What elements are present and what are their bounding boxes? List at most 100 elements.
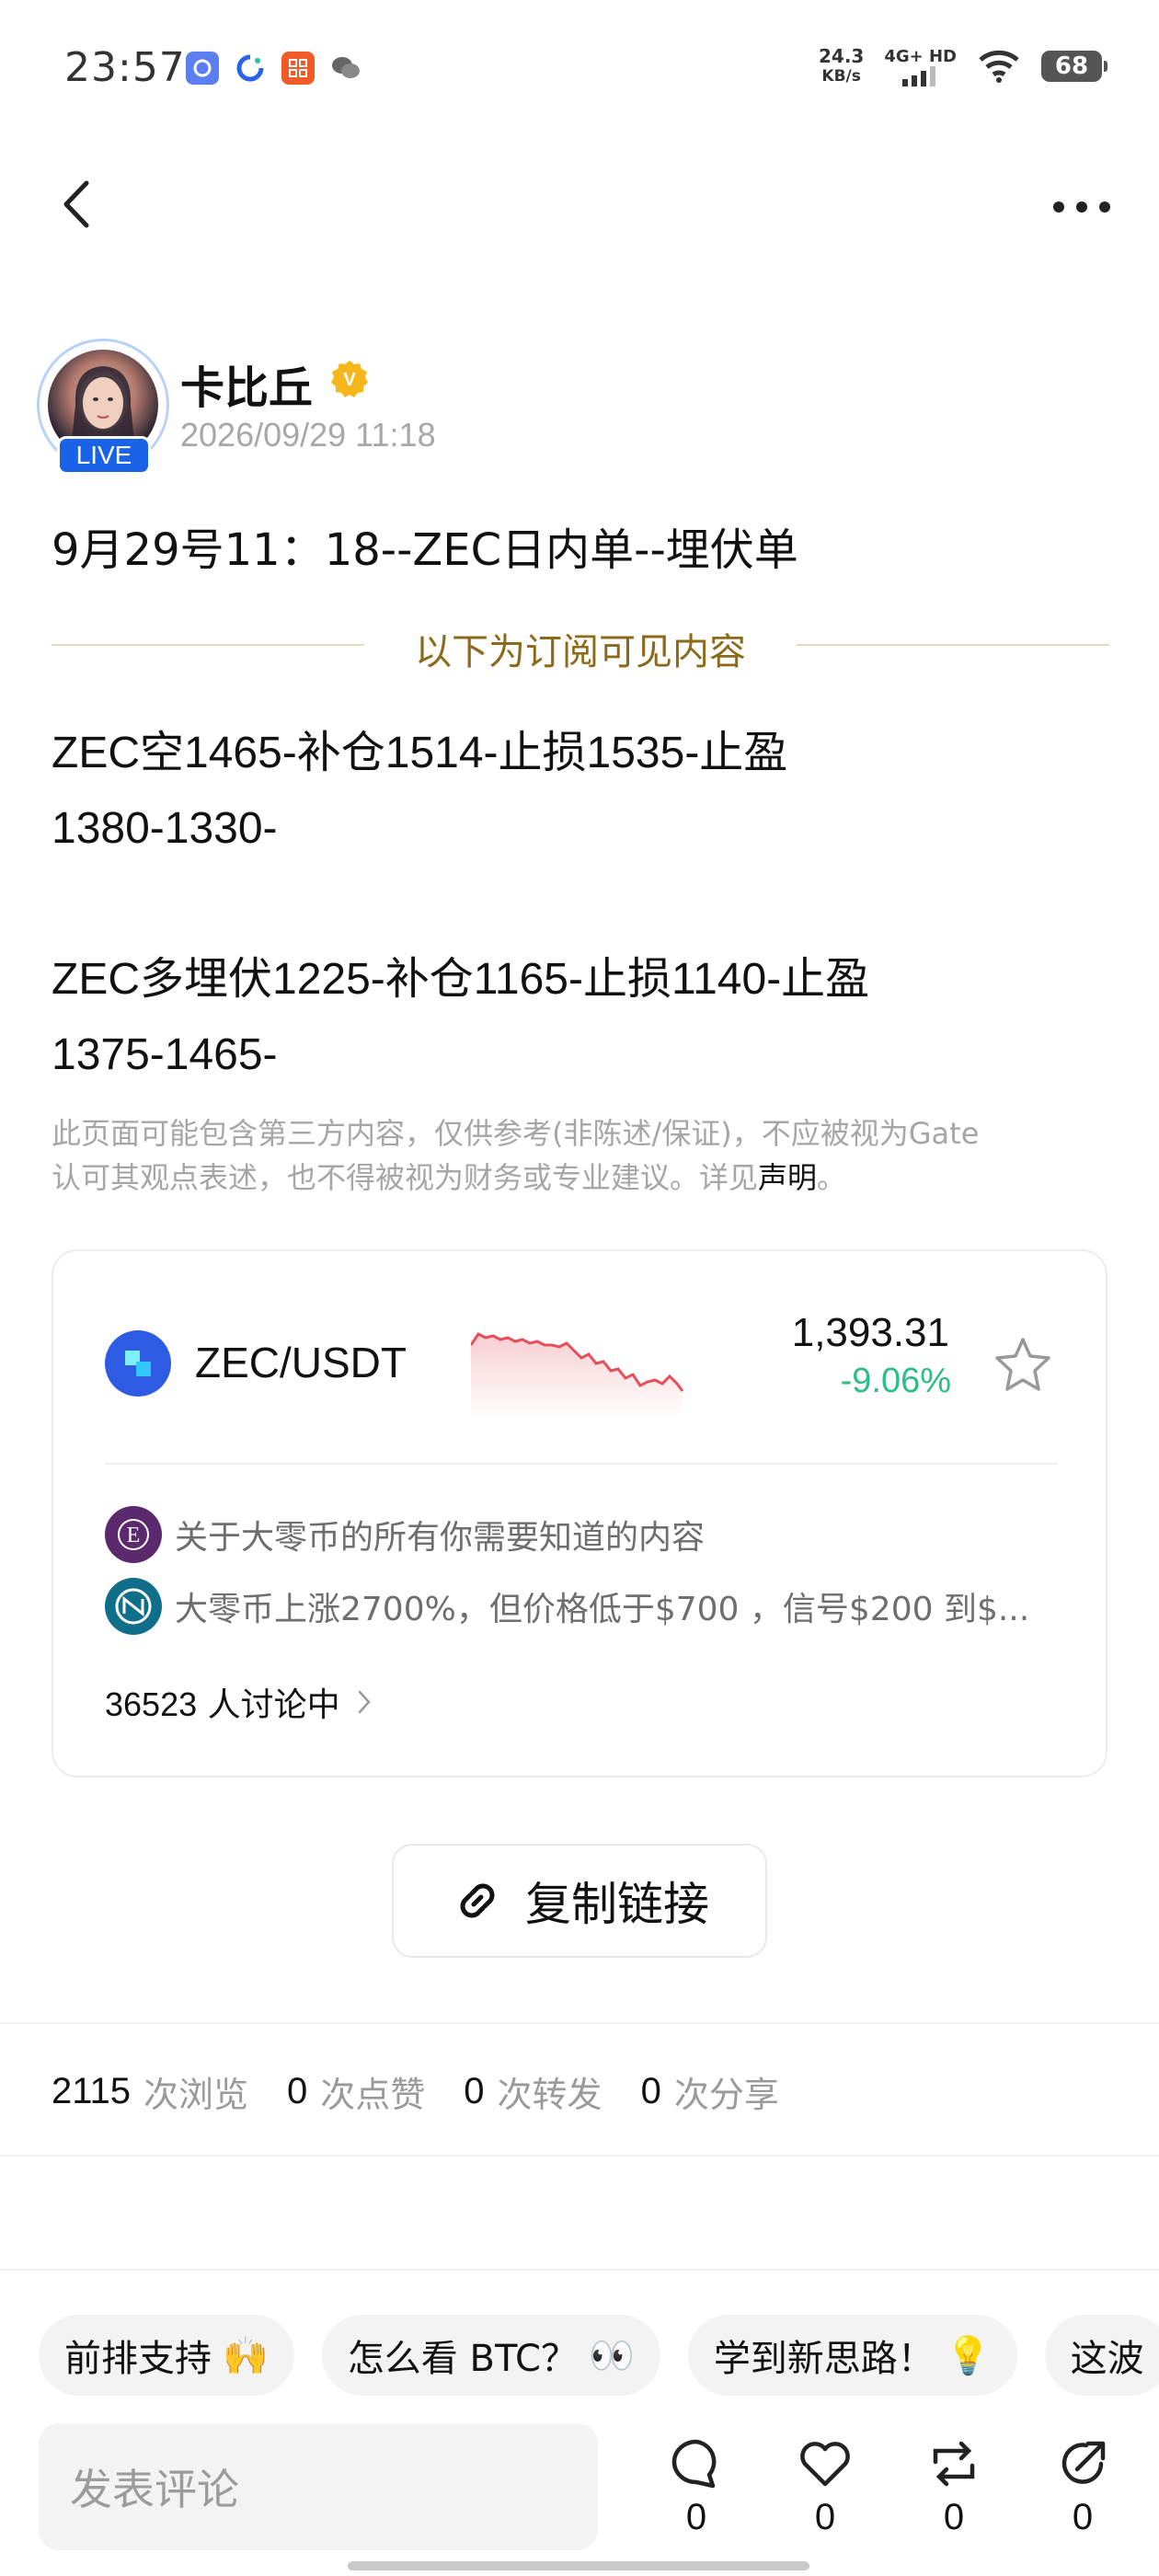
quick-reply-text: 这波 <box>1070 2338 1144 2380</box>
post-stats: 2115 次浏览 0 次点赞 0 次转发 0 次分享 <box>52 2066 818 2117</box>
status-bar: 23:57 24.3 KB/s 4G+ HD 68 <box>0 0 1159 138</box>
share-count: 0 <box>1072 2497 1094 2537</box>
token-price: 1,393.31 <box>791 1310 949 1355</box>
bottom-bar: 前排支持 🙌 怎么看 BTC？ 👀 学到新思路！ 💡 这波 发表评论 0 0 0 0 <box>0 2269 1159 2576</box>
comment-count: 0 <box>685 2497 707 2537</box>
quick-reply-text: 怎么看 BTC？ <box>347 2338 578 2380</box>
network-speed-unit: KB/s <box>821 67 861 86</box>
post-line: 1380-1330- <box>52 804 278 853</box>
post-line: ZEC空1465-补仓1514-止损1535-止盈 <box>52 729 788 777</box>
news-item[interactable]: E 关于大零币的所有你需要知道的内容 <box>105 1505 1061 1564</box>
share-button[interactable]: 0 <box>1041 2434 1124 2554</box>
reposts-count: 0 <box>464 2071 485 2111</box>
status-app-icons <box>186 52 362 85</box>
post-line: 1375-1465- <box>52 1030 278 1079</box>
likes-count: 0 <box>287 2071 308 2111</box>
disclaimer-line: 认可其观点表述，也不得被视为财务或专业建议。详见 <box>52 1160 759 1195</box>
disclaimer-end: 。 <box>817 1160 847 1195</box>
comment-input[interactable]: 发表评论 <box>39 2423 598 2550</box>
quick-replies: 前排支持 🙌 怎么看 BTC？ 👀 学到新思路！ 💡 这波 <box>39 2315 1159 2396</box>
quick-reply-emoji: 👀 <box>589 2334 635 2377</box>
news-headline: 关于大零币的所有你需要知道的内容 <box>175 1519 706 1557</box>
quick-reply-chip[interactable]: 怎么看 BTC？ 👀 <box>321 2315 660 2396</box>
quick-reply-text: 前排支持 <box>64 2338 212 2380</box>
token-card[interactable]: ZEC/USDT 1,393.31 -9.06% E 关于大零币的所有你需要知道… <box>52 1249 1107 1777</box>
section-divider <box>0 2022 1159 2024</box>
status-time: 23:57 <box>64 44 186 91</box>
ecoinomist-logo-icon: E <box>105 1506 162 1563</box>
shares-label: 次分享 <box>673 2075 779 2115</box>
post-title: 9月29号11：18--ZEC日内单--埋伏单 <box>52 524 798 576</box>
back-button[interactable] <box>53 177 99 232</box>
trading-pair: ZEC/USDT <box>195 1339 407 1386</box>
post-timestamp: 2026/09/29 11:18 <box>180 416 436 454</box>
more-options-button[interactable] <box>1045 184 1119 230</box>
shares-count: 0 <box>640 2071 661 2111</box>
svg-text:V: V <box>343 370 356 390</box>
card-divider <box>105 1463 1058 1465</box>
like-count: 0 <box>814 2497 836 2537</box>
subscriber-content-divider: 以下为订阅可见内容 <box>52 622 1109 673</box>
chevron-right-icon <box>358 1690 371 1714</box>
repost-count: 0 <box>943 2497 965 2537</box>
network-speed-value: 24.3 <box>818 45 865 67</box>
discussion-label: 人讨论中 <box>207 1686 340 1724</box>
disclaimer-line: 此页面可能包含第三方内容，仅供参考(非陈述/保证)，不应被视为Gate <box>52 1116 980 1151</box>
news-item[interactable]: 大零币上涨2700%，但价格低于$700 ，信号$200 到$... <box>105 1577 1061 1636</box>
loop-app-icon <box>234 52 267 85</box>
favorite-star-icon[interactable] <box>992 1334 1054 1397</box>
news-source-logo-icon <box>105 1578 162 1635</box>
svg-text:E: E <box>127 1524 141 1547</box>
copy-link-label: 复制链接 <box>525 1878 709 1931</box>
likes-label: 次点赞 <box>320 2075 426 2115</box>
section-divider <box>0 2155 1159 2156</box>
wifi-icon <box>979 50 1019 83</box>
views-count: 2115 <box>52 2071 132 2111</box>
heart-icon <box>800 2442 850 2487</box>
zec-coin-icon <box>105 1330 171 1397</box>
quick-reply-emoji: 💡 <box>945 2334 992 2377</box>
home-indicator[interactable] <box>348 2561 809 2570</box>
disclaimer: 此页面可能包含第三方内容，仅供参考(非陈述/保证)，不应被视为Gate 认可其观… <box>52 1111 1109 1200</box>
link-icon <box>460 1883 495 1918</box>
token-price-change: -9.06% <box>840 1362 951 1400</box>
network-type: 4G+ HD <box>884 46 957 66</box>
reposts-label: 次转发 <box>497 2075 602 2115</box>
signal-block: 4G+ HD <box>884 47 957 86</box>
author-avatar[interactable]: LIVE <box>37 339 169 475</box>
status-indicators: 24.3 KB/s 4G+ HD 68 <box>819 46 1107 86</box>
author-name[interactable]: 卡比丘 <box>180 351 313 416</box>
wechat-icon <box>329 52 362 85</box>
news-headline: 大零币上涨2700%，但价格低于$700 ，信号$200 到$... <box>175 1591 1030 1628</box>
browser-icon <box>186 52 219 85</box>
price-sparkline <box>471 1332 684 1419</box>
disclaimer-statement-link[interactable]: 声明 <box>758 1160 817 1195</box>
comment-bubble-icon <box>671 2439 717 2489</box>
comment-button[interactable]: 0 <box>655 2434 738 2554</box>
quick-reply-chip[interactable]: 这波 <box>1044 2315 1159 2396</box>
battery-indicator: 68 <box>1041 51 1107 82</box>
live-badge: LIVE <box>57 436 151 475</box>
signal-icon <box>901 65 935 86</box>
quick-reply-chip[interactable]: 学到新思路！ 💡 <box>687 2315 1017 2396</box>
repost-icon <box>933 2441 975 2487</box>
copy-link-button[interactable]: 复制链接 <box>392 1844 767 1958</box>
chevron-left-icon <box>63 180 89 228</box>
share-icon <box>1061 2441 1106 2484</box>
post-line: ZEC多埋伏1225-补仓1165-止损1140-止盈 <box>52 955 870 1004</box>
repost-button[interactable]: 0 <box>912 2434 995 2554</box>
grid-app-icon <box>281 52 315 85</box>
divider-line-right <box>797 644 1109 646</box>
verified-badge-icon: V <box>331 361 368 397</box>
network-speed: 24.3 KB/s <box>819 46 864 86</box>
views-label: 次浏览 <box>143 2075 249 2115</box>
quick-reply-chip[interactable]: 前排支持 🙌 <box>39 2315 294 2396</box>
discussion-count: 36523 <box>105 1685 198 1723</box>
quick-reply-emoji: 🙌 <box>223 2334 269 2377</box>
post-body: ZEC空1465-补仓1514-止损1535-止盈 1380-1330- ZEC… <box>52 716 1109 1093</box>
discussion-text: 36523 人讨论中 <box>105 1678 340 1726</box>
discussion-link[interactable]: 36523 人讨论中 <box>105 1678 372 1726</box>
like-button[interactable]: 0 <box>784 2434 866 2554</box>
quick-reply-text: 学到新思路！ <box>713 2338 935 2380</box>
subscriber-divider-text: 以下为订阅可见内容 <box>415 631 746 673</box>
